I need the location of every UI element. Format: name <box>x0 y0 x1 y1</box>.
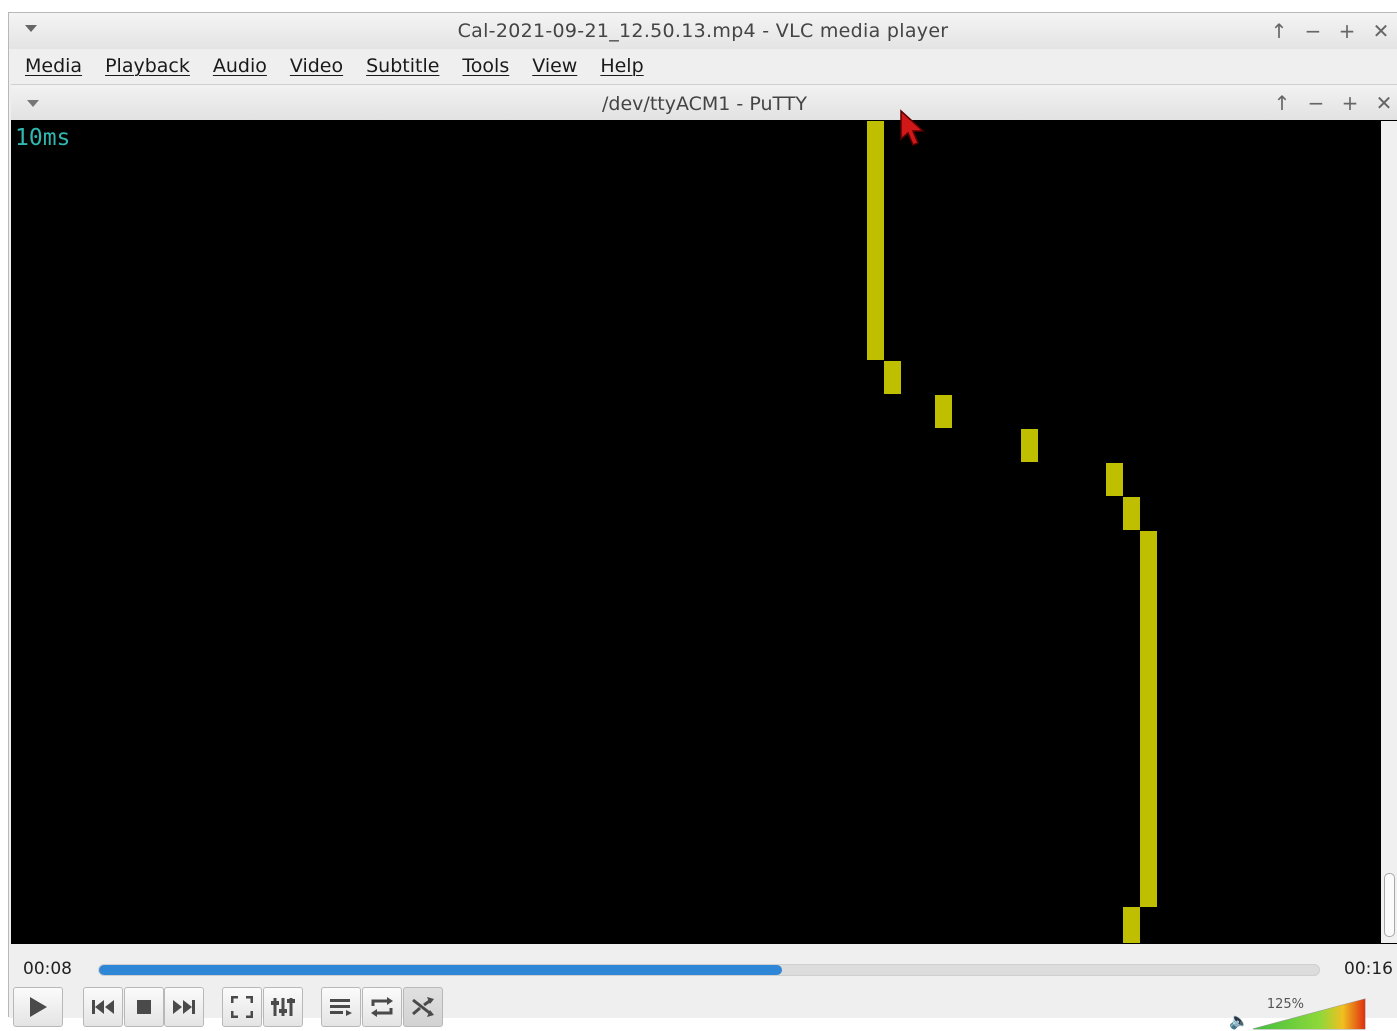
play-button[interactable] <box>13 987 63 1027</box>
fullscreen-icon <box>231 996 253 1018</box>
trace-segment <box>1021 429 1038 462</box>
maximize-icon[interactable]: + <box>1337 21 1357 41</box>
menu-video[interactable]: Video <box>290 55 343 77</box>
shuffle-button[interactable] <box>403 987 443 1027</box>
seek-progress <box>99 965 783 975</box>
menu-audio[interactable]: Audio <box>213 55 267 77</box>
volume-slider[interactable] <box>1251 997 1367 1031</box>
scrollbar-thumb <box>1384 873 1395 937</box>
previous-icon <box>92 1000 114 1014</box>
terminal-screen: 10ms <box>11 121 1381 943</box>
menu-view[interactable]: View <box>532 55 577 77</box>
putty-titlebar: /dev/ttyACM1 - PuTTY ↑ − + ✕ <box>11 84 1397 120</box>
total-time[interactable]: 00:16 <box>1344 959 1393 979</box>
trace-segment <box>884 361 901 394</box>
speaker-icon[interactable]: 🔈 <box>1229 1011 1249 1030</box>
menu-playback[interactable]: Playback <box>105 55 190 77</box>
trace-segment <box>935 395 952 428</box>
extended-settings-button[interactable] <box>263 987 303 1027</box>
trace-segment <box>1106 463 1123 496</box>
playlist-icon <box>330 999 352 1016</box>
video-area[interactable]: /dev/ttyACM1 - PuTTY ↑ − + ✕ 10ms <box>11 84 1397 944</box>
vlc-window: Cal-2021-09-21_12.50.13.mp4 - VLC media … <box>8 12 1397 1030</box>
terminal-scrollbar <box>1381 121 1397 943</box>
player-controls: 00:08 00:16 🔈 125% <box>9 945 1397 1030</box>
putty-window-controls: ↑ − + ✕ <box>1272 85 1394 121</box>
extended-settings-icon <box>271 998 295 1016</box>
fullscreen-button[interactable] <box>222 987 262 1027</box>
trace-segment <box>867 121 884 360</box>
window-controls: ↑ − + ✕ <box>1269 13 1391 49</box>
putty-close-icon: ✕ <box>1375 91 1393 115</box>
next-button[interactable] <box>164 987 204 1027</box>
minimize-icon[interactable]: − <box>1303 21 1323 41</box>
keep-above-icon[interactable]: ↑ <box>1269 21 1289 41</box>
menu-media[interactable]: Media <box>25 55 82 77</box>
putty-maximize-icon: + <box>1341 91 1359 115</box>
putty-title: /dev/ttyACM1 - PuTTY <box>602 93 807 115</box>
shuffle-icon <box>412 997 434 1017</box>
previous-button[interactable] <box>83 987 123 1027</box>
close-icon[interactable]: ✕ <box>1371 21 1391 41</box>
stop-icon <box>137 1000 151 1014</box>
menubar: Media Playback Audio Video Subtitle Tool… <box>9 49 1397 83</box>
menu-subtitle[interactable]: Subtitle <box>366 55 439 77</box>
trace-segment <box>1140 531 1157 907</box>
putty-minimize-icon: − <box>1307 91 1325 115</box>
loop-icon <box>371 997 393 1017</box>
loop-button[interactable] <box>362 987 402 1027</box>
putty-keep-above-icon: ↑ <box>1273 91 1291 115</box>
menu-tools[interactable]: Tools <box>462 55 509 77</box>
playlist-button[interactable] <box>321 987 361 1027</box>
seek-bar[interactable] <box>98 964 1320 976</box>
menu-help[interactable]: Help <box>600 55 643 77</box>
terminal-text: 10ms <box>15 125 71 151</box>
trace-segment <box>1123 907 1140 943</box>
play-icon <box>30 997 47 1017</box>
mouse-cursor-icon <box>900 109 925 146</box>
trace-segment <box>1123 497 1140 530</box>
window-title: Cal-2021-09-21_12.50.13.mp4 - VLC media … <box>457 20 949 42</box>
elapsed-time[interactable]: 00:08 <box>23 959 72 979</box>
next-icon <box>173 1000 195 1014</box>
vlc-titlebar[interactable]: Cal-2021-09-21_12.50.13.mp4 - VLC media … <box>9 13 1397 49</box>
stop-button[interactable] <box>124 987 164 1027</box>
